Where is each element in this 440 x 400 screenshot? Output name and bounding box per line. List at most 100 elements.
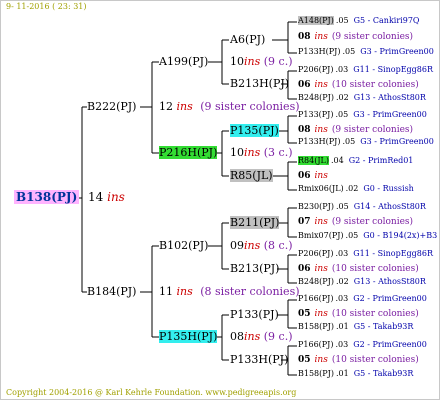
ins-label: ins bbox=[176, 285, 193, 298]
gen4-generation-row: 05 ins (10 sister colonies) bbox=[298, 355, 419, 365]
ins-label: ins bbox=[244, 55, 261, 68]
gen2-gen-c: 11 ins (8 sister colonies) bbox=[159, 285, 300, 298]
gen4-queen-name: B248(PJ) bbox=[298, 93, 334, 102]
gen-number: 08 bbox=[298, 125, 311, 135]
gen4-line-label: G13 - AthosSt80R bbox=[353, 93, 426, 102]
root-generation: 14 ins bbox=[88, 190, 125, 204]
gen-number: 06 bbox=[298, 171, 311, 181]
gen4-inbreeding-value: .02 bbox=[345, 184, 359, 193]
gen4-inbreeding-value: .03 bbox=[335, 65, 349, 74]
gen2-queen-d[interactable]: P135H(PJ) bbox=[159, 330, 218, 343]
gen3-queen-d[interactable]: R85(JL) bbox=[230, 169, 273, 182]
date-stamp: 9- 11-2016 ( 23: 31) bbox=[6, 2, 87, 11]
gen4-queen-row[interactable]: P133H(PJ) .05 G3 - PrimGreen00 bbox=[298, 47, 434, 56]
ins-label: ins bbox=[314, 217, 328, 227]
gen-number: 12 bbox=[159, 100, 173, 113]
sister-colonies: (9 c.) bbox=[263, 330, 293, 343]
sister-colonies: (8 sister colonies) bbox=[200, 285, 300, 298]
gen3-queen-g[interactable]: P133(PJ) bbox=[230, 308, 279, 321]
gen4-queen-row[interactable]: P206(PJ) .03 G11 - SinopEgg86R bbox=[298, 65, 433, 74]
gen4-queen-name: Rmix06(JL) bbox=[298, 184, 344, 193]
sister-colonies: (9 sister colonies) bbox=[200, 100, 300, 113]
gen4-line-label: G11 - SinopEgg86R bbox=[353, 249, 433, 258]
gen4-queen-name: P166(PJ) bbox=[298, 294, 334, 303]
gen3-gen-e: 09ins (8 c.) bbox=[230, 239, 293, 252]
gen4-queen-name: B158(PJ) bbox=[298, 322, 334, 331]
sister-colonies: (9 sister colonies) bbox=[331, 217, 414, 227]
gen4-queen-row[interactable]: P133H(PJ) .05 G3 - PrimGreen00 bbox=[298, 137, 434, 146]
gen4-inbreeding-value: .05 bbox=[335, 16, 349, 25]
gen-number: 10 bbox=[230, 55, 244, 68]
sister-colonies: (8 c.) bbox=[263, 239, 293, 252]
gen3-queen-b[interactable]: B213H(PJ) bbox=[230, 77, 289, 90]
sister-colonies: (10 sister colonies) bbox=[331, 264, 419, 274]
ins-label: ins bbox=[176, 100, 193, 113]
gen4-inbreeding-value: .05 bbox=[342, 137, 356, 146]
gen4-queen-name: B158(PJ) bbox=[298, 369, 334, 378]
gen2-gen-a: 12 ins (9 sister colonies) bbox=[159, 100, 300, 113]
gen3-queen-c[interactable]: P135(PJ) bbox=[230, 124, 279, 137]
gen4-queen-name: P206(PJ) bbox=[298, 65, 334, 74]
gen3-queen-a[interactable]: A6(PJ) bbox=[230, 33, 265, 46]
gen4-line-label: G2 - PrimGreen00 bbox=[353, 340, 427, 349]
gen4-line-label: G14 - AthosSt80R bbox=[353, 202, 426, 211]
gen4-line-label: G3 - PrimGreen00 bbox=[353, 110, 427, 119]
gen4-generation-row: 06 ins (10 sister colonies) bbox=[298, 80, 419, 90]
ins-label: ins bbox=[314, 309, 328, 319]
ins-label: ins bbox=[244, 239, 261, 252]
gen1-queen-b[interactable]: B184(PJ) bbox=[87, 285, 136, 298]
gen4-line-label: G5 - Cankiri97Q bbox=[353, 16, 420, 25]
ins-label: ins bbox=[314, 355, 328, 365]
sister-colonies: (10 sister colonies) bbox=[331, 355, 419, 365]
gen4-inbreeding-value: .01 bbox=[335, 322, 349, 331]
sister-colonies: (10 sister colonies) bbox=[331, 309, 419, 319]
gen4-inbreeding-value: .02 bbox=[335, 277, 349, 286]
gen1-queen-a[interactable]: B222(PJ) bbox=[87, 100, 136, 113]
gen4-queen-row[interactable]: P206(PJ) .03 G11 - SinopEgg86R bbox=[298, 249, 433, 258]
gen-number: 08 bbox=[230, 330, 244, 343]
gen4-inbreeding-value: .03 bbox=[335, 294, 349, 303]
sister-colonies: (3 c.) bbox=[263, 146, 293, 159]
gen2-queen-a[interactable]: A199(PJ) bbox=[159, 55, 208, 68]
gen-number: 11 bbox=[159, 285, 173, 298]
gen4-line-label: G3 - PrimGreen00 bbox=[360, 47, 434, 56]
gen3-gen-g: 08ins (9 c.) bbox=[230, 330, 293, 343]
gen4-queen-row[interactable]: B158(PJ) .01 G5 - Takab93R bbox=[298, 322, 413, 331]
gen4-queen-row[interactable]: B248(PJ) .02 G13 - AthosSt80R bbox=[298, 93, 426, 102]
gen-number: 08 bbox=[298, 32, 311, 42]
gen4-queen-row[interactable]: B158(PJ) .01 G5 - Takab93R bbox=[298, 369, 413, 378]
gen4-queen-name: B230(PJ) bbox=[298, 202, 334, 211]
gen4-inbreeding-value: .05 bbox=[345, 231, 359, 240]
gen3-queen-h[interactable]: P133H(PJ) bbox=[230, 353, 288, 366]
gen4-queen-row[interactable]: Rmix06(JL) .02 G0 - Russish bbox=[298, 184, 414, 193]
gen3-queen-e[interactable]: B211(PJ) bbox=[230, 216, 280, 229]
gen4-queen-name: A148(PJ) bbox=[298, 16, 334, 25]
gen4-queen-row[interactable]: Bmix07(PJ) .05 G0 - B194(2x)+B3 bbox=[298, 231, 437, 240]
gen2-queen-b[interactable]: P216H(PJ) bbox=[159, 146, 218, 159]
root-queen[interactable]: B138(PJ) bbox=[14, 190, 80, 204]
gen4-generation-row: 08 ins (9 sister colonies) bbox=[298, 125, 413, 135]
gen4-queen-row[interactable]: P133(PJ) .05 G3 - PrimGreen00 bbox=[298, 110, 427, 119]
gen4-inbreeding-value: .05 bbox=[335, 202, 349, 211]
ins-label: ins bbox=[244, 146, 261, 159]
gen3-queen-f[interactable]: B213(PJ) bbox=[230, 262, 279, 275]
gen4-queen-row[interactable]: R84(JL) .04 G2 - PrimRed01 bbox=[298, 156, 413, 165]
gen4-line-label: G13 - AthosSt80R bbox=[353, 277, 426, 286]
sister-colonies: (9 sister colonies) bbox=[331, 32, 414, 42]
gen4-queen-row[interactable]: P166(PJ) .03 G2 - PrimGreen00 bbox=[298, 340, 427, 349]
ins-label: ins bbox=[314, 32, 328, 42]
root-ins: ins bbox=[107, 190, 125, 204]
gen4-queen-row[interactable]: B248(PJ) .02 G13 - AthosSt80R bbox=[298, 277, 426, 286]
gen2-queen-c[interactable]: B102(PJ) bbox=[159, 239, 208, 252]
sister-colonies: (10 sister colonies) bbox=[331, 80, 419, 90]
gen4-queen-row[interactable]: P166(PJ) .03 G2 - PrimGreen00 bbox=[298, 294, 427, 303]
gen4-queen-row[interactable]: B230(PJ) .05 G14 - AthosSt80R bbox=[298, 202, 426, 211]
gen4-line-label: G2 - PrimGreen00 bbox=[353, 294, 427, 303]
gen4-inbreeding-value: .05 bbox=[342, 47, 356, 56]
gen4-line-label: G0 - Russish bbox=[363, 184, 414, 193]
gen4-inbreeding-value: .03 bbox=[335, 249, 349, 258]
gen4-queen-name: Bmix07(PJ) bbox=[298, 231, 344, 240]
gen4-line-label: G3 - PrimGreen00 bbox=[360, 137, 434, 146]
gen4-inbreeding-value: .01 bbox=[335, 369, 349, 378]
gen4-queen-row[interactable]: A148(PJ) .05 G5 - Cankiri97Q bbox=[298, 16, 419, 25]
